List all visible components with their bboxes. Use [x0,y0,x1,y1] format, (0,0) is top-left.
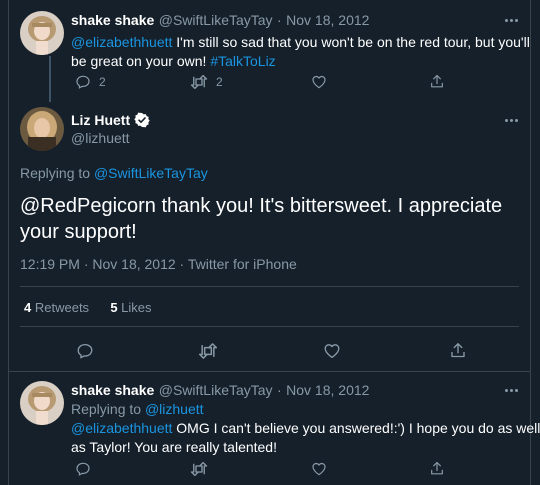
tweet-text-line: your support! [20,221,137,243]
likes-label: Likes [121,300,152,315]
more-icon[interactable] [505,117,521,123]
share-icon [431,74,443,88]
display-name[interactable]: shake shake [71,382,154,398]
tweet-text-line: be great on your own! [71,53,211,69]
avatar[interactable] [20,381,64,425]
replying-to: Replying to @lizhuett [71,401,204,417]
tweet-timestamp-source[interactable]: 12:19 PM · Nov 18, 2012 · Twitter for iP… [20,256,297,272]
tweet-date[interactable]: Nov 18, 2012 [286,12,369,28]
divider [20,326,519,327]
verified-badge-icon [134,112,150,128]
tweet-separator [9,371,530,372]
retweet-count: 2 [216,75,223,89]
main-tweet-text: @RedPegicorn thank you! It's bittersweet… [20,193,502,245]
retweet-icon [190,461,208,477]
reply-target-link[interactable]: @SwiftLikeTayTay [94,165,208,181]
tweet-text-line: @RedPegicorn thank you! It's bittersweet… [20,195,503,217]
like-button[interactable] [323,342,341,360]
share-button[interactable] [429,460,445,477]
reply-icon [76,75,90,89]
display-name[interactable]: Liz Huett [71,112,130,128]
avatar[interactable] [20,107,64,151]
retweets-label: Retweets [34,300,90,315]
tweet-header: shake shake @SwiftLikeTayTay · Nov 18, 2… [71,12,369,30]
more-icon[interactable] [505,387,521,393]
retweet-icon [190,74,208,90]
replying-to: Replying to @SwiftLikeTayTay [20,165,208,181]
retweets-count: 4 [24,300,32,315]
hashtag-link[interactable]: #TalkToLiz [210,53,275,69]
share-button[interactable] [449,341,467,360]
retweet-icon [198,343,218,359]
reply-button[interactable]: 2 [75,74,106,90]
like-button[interactable] [311,74,327,90]
replying-label: Replying to [20,165,94,181]
separator-dot: · [277,382,282,398]
retweet-button[interactable] [190,461,208,477]
reply-button[interactable] [76,342,94,360]
share-icon [451,343,465,358]
like-icon [324,344,340,359]
tweet-text-line: OMG I can't believe you answered!:') I h… [172,420,540,436]
thread-line [49,56,51,102]
tweet-header: Liz Huett [71,112,150,130]
reply-button[interactable] [75,461,91,477]
divider [20,286,519,287]
like-icon [312,75,326,89]
like-button[interactable] [311,461,327,477]
tweet-header: shake shake @SwiftLikeTayTay · Nov 18, 2… [71,382,369,400]
tweet-text-line: I'm still so sad that you won't be on th… [172,34,530,50]
tweet-text: @elizabethhuett I'm still so sad that yo… [71,33,530,71]
replying-label: Replying to [71,401,145,417]
tweet-text: @elizabethhuett OMG I can't believe you … [71,419,540,457]
mention-link[interactable]: @elizabethhuett [71,420,172,436]
likes-stat[interactable]: 5 Likes [110,300,151,315]
more-icon[interactable] [505,17,521,23]
retweets-stat[interactable]: 4 Retweets [24,300,89,315]
tweet-thread-panel: shake shake @SwiftLikeTayTay · Nov 18, 2… [8,0,540,485]
like-icon [312,462,326,476]
share-button[interactable] [429,73,445,90]
handle[interactable]: @lizhuett [71,130,130,146]
avatar[interactable] [20,11,64,55]
likes-count: 5 [110,300,118,315]
handle[interactable]: @SwiftLikeTayTay [159,382,273,398]
retweet-button[interactable]: 2 [190,74,223,90]
tweet-text-line: as Taylor! You are really talented! [71,439,277,455]
separator-dot: · [277,12,282,28]
retweet-button[interactable] [198,342,218,360]
mention-link[interactable]: @elizabethhuett [71,34,172,50]
reply-target-link[interactable]: @lizhuett [145,401,204,417]
reply-count: 2 [99,75,106,89]
tweet-stats: 4 Retweets 5 Likes [24,300,152,315]
tweet-date[interactable]: Nov 18, 2012 [286,382,369,398]
reply-icon [76,462,90,476]
share-icon [431,461,443,475]
display-name[interactable]: shake shake [71,12,154,28]
handle[interactable]: @SwiftLikeTayTay [159,12,273,28]
reply-icon [77,343,93,359]
